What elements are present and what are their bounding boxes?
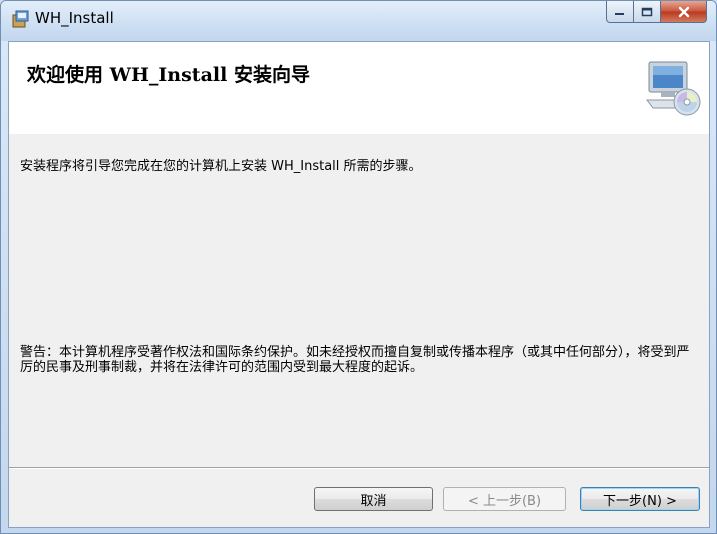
- caption-buttons: [606, 1, 707, 23]
- close-icon: [678, 6, 689, 17]
- dialog-client-area: 欢迎使用 WH_Install 安装向导 安装程序将引导您完成在您的计算机上安装…: [8, 41, 710, 528]
- copyright-warning: 警告：本计算机程序受著作权法和国际条约保护。如未经授权而擅自复制或传播本程序（或…: [20, 345, 690, 375]
- welcome-banner: 欢迎使用 WH_Install 安装向导: [9, 42, 709, 134]
- minimize-button[interactable]: [606, 1, 634, 23]
- window-title: WH_Install: [35, 9, 114, 27]
- banner-divider: [9, 133, 709, 134]
- computer-cd-icon: [643, 58, 703, 118]
- title-bar[interactable]: WH_Install: [1, 1, 716, 41]
- minimize-icon: [615, 12, 624, 15]
- next-button[interactable]: 下一步(N) >: [580, 487, 700, 511]
- button-divider: [9, 467, 709, 469]
- back-button[interactable]: < 上一步(B): [443, 487, 566, 511]
- installer-window: WH_Install 欢迎使用 WH_Install 安装向导 安装程序将引导您…: [0, 0, 717, 534]
- banner-title: 欢迎使用 WH_Install 安装向导: [27, 64, 310, 86]
- maximize-button[interactable]: [634, 1, 661, 23]
- installer-box-icon: [12, 10, 30, 28]
- cancel-button[interactable]: 取消: [314, 487, 433, 511]
- maximize-icon: [641, 7, 653, 16]
- close-button[interactable]: [661, 1, 707, 23]
- intro-text: 安装程序将引导您完成在您的计算机上安装 WH_Install 所需的步骤。: [20, 159, 422, 174]
